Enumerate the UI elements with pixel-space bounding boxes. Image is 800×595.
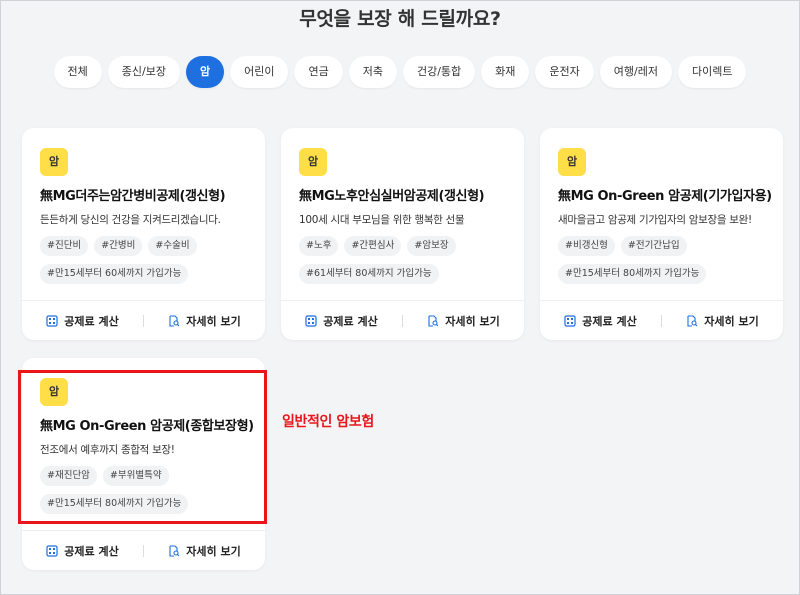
tag: #간병비 xyxy=(94,236,143,256)
view-details-button[interactable]: 자세히 보기 xyxy=(403,313,524,329)
category-badge: 암 xyxy=(558,148,586,176)
view-details-label: 자세히 보기 xyxy=(445,314,500,328)
card-actions: 공제료 계산 자세히 보기 xyxy=(22,300,265,340)
tab-pension[interactable]: 연금 xyxy=(294,56,343,88)
tag-list: #진단비 #간병비 #수술비 #만15세부터 60세까지 가입가능 xyxy=(40,236,255,284)
product-title[interactable]: 無MG On-Green 암공제(기가입자용) xyxy=(558,185,773,204)
view-details-button[interactable]: 자세히 보기 xyxy=(662,313,783,329)
tag-list: #노후 #간편심사 #암보장 #61세부터 80세까지 가입가능 xyxy=(299,236,514,284)
tag: #노후 xyxy=(299,236,339,256)
tab-savings[interactable]: 저축 xyxy=(348,56,397,88)
calc-premium-button[interactable]: 공제료 계산 xyxy=(22,313,143,329)
tag: #비갱신형 xyxy=(558,236,615,256)
tag: #간편심사 xyxy=(344,236,402,256)
product-description: 새마을금고 암공제 기가입자의 암보장을 보완! xyxy=(558,214,752,226)
category-badge: 암 xyxy=(40,378,68,406)
document-search-icon xyxy=(687,314,698,327)
category-badge: 암 xyxy=(40,148,68,176)
card-actions: 공제료 계산 자세히 보기 xyxy=(22,530,265,570)
calc-premium-label: 공제료 계산 xyxy=(323,314,378,328)
tag: #진단비 xyxy=(40,236,89,256)
calc-premium-button[interactable]: 공제료 계산 xyxy=(22,543,143,559)
tab-children[interactable]: 어린이 xyxy=(230,56,289,88)
page-title: 무엇을 보장 해 드릴까요? xyxy=(299,8,501,30)
document-search-icon xyxy=(428,314,439,327)
product-title[interactable]: 無MG노후안심실버암공제(갱신형) xyxy=(299,185,514,204)
category-tabs: 전체 종신/보장 암 어린이 연금 저축 건강/통합 화재 운전자 여행/레저 … xyxy=(0,56,800,88)
product-card: 암 無MG On-Green 암공제(종합보장형) 전조에서 예후까지 종합적 … xyxy=(22,358,265,570)
view-details-label: 자세히 보기 xyxy=(186,544,241,558)
tab-driver[interactable]: 운전자 xyxy=(535,56,594,88)
tag: #만15세부터 60세까지 가입가능 xyxy=(40,264,189,284)
view-details-label: 자세히 보기 xyxy=(704,314,759,328)
tag: #만15세부터 80세까지 가입가능 xyxy=(40,494,189,514)
tag: #수술비 xyxy=(148,236,197,256)
calc-premium-button[interactable]: 공제료 계산 xyxy=(540,313,661,329)
product-title[interactable]: 無MG On-Green 암공제(종합보장형) xyxy=(40,415,255,434)
calculator-icon xyxy=(46,544,58,557)
tag: #61세부터 80세까지 가입가능 xyxy=(299,264,439,284)
tab-cancer[interactable]: 암 xyxy=(185,56,225,88)
document-search-icon xyxy=(169,314,180,327)
product-description: 100세 시대 부모님을 위한 행복한 선물 xyxy=(299,214,465,226)
card-actions: 공제료 계산 자세히 보기 xyxy=(281,300,524,340)
calc-premium-label: 공제료 계산 xyxy=(582,314,637,328)
annotation-label: 일반적인 암보험 xyxy=(282,414,374,430)
tab-direct[interactable]: 다이렉트 xyxy=(677,56,747,88)
calc-premium-button[interactable]: 공제료 계산 xyxy=(281,313,402,329)
view-details-button[interactable]: 자세히 보기 xyxy=(144,313,265,329)
calculator-icon xyxy=(305,314,317,327)
document-search-icon xyxy=(169,544,180,557)
tab-whole-life[interactable]: 종신/보장 xyxy=(107,56,180,88)
tag: #전기간납입 xyxy=(620,236,687,256)
calc-premium-label: 공제료 계산 xyxy=(64,544,119,558)
tag: #암보장 xyxy=(407,236,456,256)
view-details-label: 자세히 보기 xyxy=(186,314,241,328)
category-badge: 암 xyxy=(299,148,327,176)
view-details-button[interactable]: 자세히 보기 xyxy=(144,543,265,559)
tab-health[interactable]: 건강/통합 xyxy=(402,56,476,88)
tag: #재진단암 xyxy=(40,466,97,486)
product-description: 든든하게 당신의 건강을 지켜드리겠습니다. xyxy=(40,214,221,226)
tab-all[interactable]: 전체 xyxy=(53,56,102,88)
tag-list: #재진단암 #부위별특약 #만15세부터 80세까지 가입가능 xyxy=(40,466,255,514)
tab-fire[interactable]: 화재 xyxy=(481,56,530,88)
calculator-icon xyxy=(46,314,58,327)
product-card: 암 無MG더주는암간병비공제(갱신형) 든든하게 당신의 건강을 지켜드리겠습니… xyxy=(22,128,265,340)
product-card: 암 無MG On-Green 암공제(기가입자용) 새마을금고 암공제 기가입자… xyxy=(540,128,783,340)
tab-travel[interactable]: 여행/레저 xyxy=(599,56,672,88)
tag-list: #비갱신형 #전기간납입 #만15세부터 80세까지 가입가능 xyxy=(558,236,773,284)
calculator-icon xyxy=(564,314,576,327)
tag: #부위별특약 xyxy=(102,466,169,486)
card-actions: 공제료 계산 자세히 보기 xyxy=(540,300,783,340)
calc-premium-label: 공제료 계산 xyxy=(64,314,119,328)
product-description: 전조에서 예후까지 종합적 보장! xyxy=(40,444,175,456)
product-card: 암 無MG노후안심실버암공제(갱신형) 100세 시대 부모님을 위한 행복한 … xyxy=(281,128,524,340)
tag: #만15세부터 80세까지 가입가능 xyxy=(558,264,707,284)
product-title[interactable]: 無MG더주는암간병비공제(갱신형) xyxy=(40,185,255,204)
